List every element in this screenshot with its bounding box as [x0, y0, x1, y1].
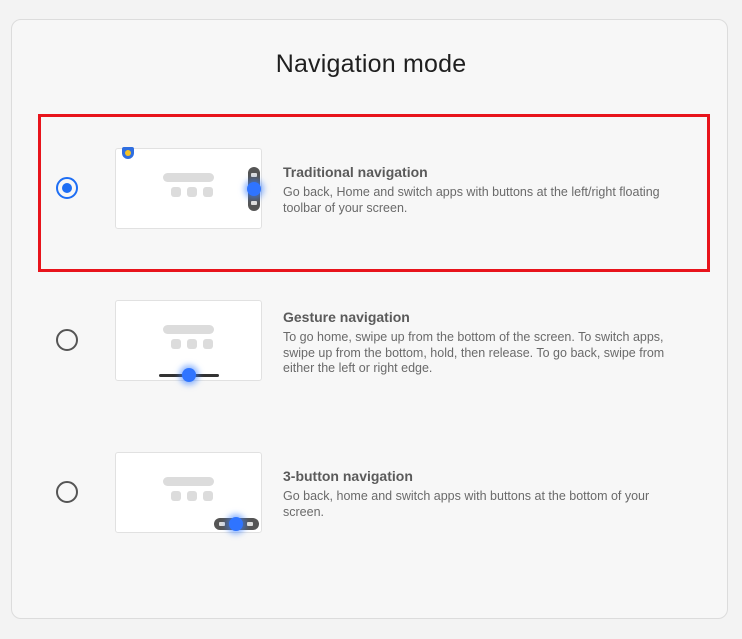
traditional-navigation-description: Go back, Home and switch apps with butto…	[283, 185, 660, 215]
back-icon	[219, 522, 225, 526]
preview-bar	[163, 477, 214, 486]
3-button-navigation-preview[interactable]	[115, 452, 262, 533]
preview-bar	[163, 173, 214, 182]
gesture-touch-icon	[182, 368, 196, 382]
gesture-navigation-preview[interactable]	[115, 300, 262, 382]
preview-dots	[171, 491, 213, 501]
button-bar	[214, 517, 259, 531]
radio-3-button-navigation[interactable]	[56, 481, 78, 503]
floating-toolbar	[247, 167, 261, 211]
traditional-navigation-preview[interactable]	[115, 147, 262, 229]
back-icon	[251, 173, 257, 177]
preview-dots	[171, 187, 213, 197]
traditional-navigation-title: Traditional navigation	[283, 164, 428, 180]
recents-icon	[247, 522, 253, 526]
home-icon	[247, 182, 261, 196]
3-button-navigation-title: 3-button navigation	[283, 468, 413, 484]
dialog-title: Navigation mode	[275, 50, 467, 78]
preview-dots	[171, 339, 213, 349]
radio-traditional-navigation[interactable]	[56, 177, 78, 199]
3-button-navigation-description: Go back, home and switch apps with butto…	[283, 489, 650, 519]
gesture-navigation-title: Gesture navigation	[283, 309, 410, 325]
recents-icon	[251, 201, 257, 205]
preview-bar	[163, 325, 214, 334]
radio-gesture-navigation[interactable]	[56, 329, 78, 351]
shield-icon	[122, 147, 134, 159]
gesture-navigation-description: To go home, swipe up from the bottom of …	[283, 330, 665, 375]
home-icon	[229, 517, 243, 531]
